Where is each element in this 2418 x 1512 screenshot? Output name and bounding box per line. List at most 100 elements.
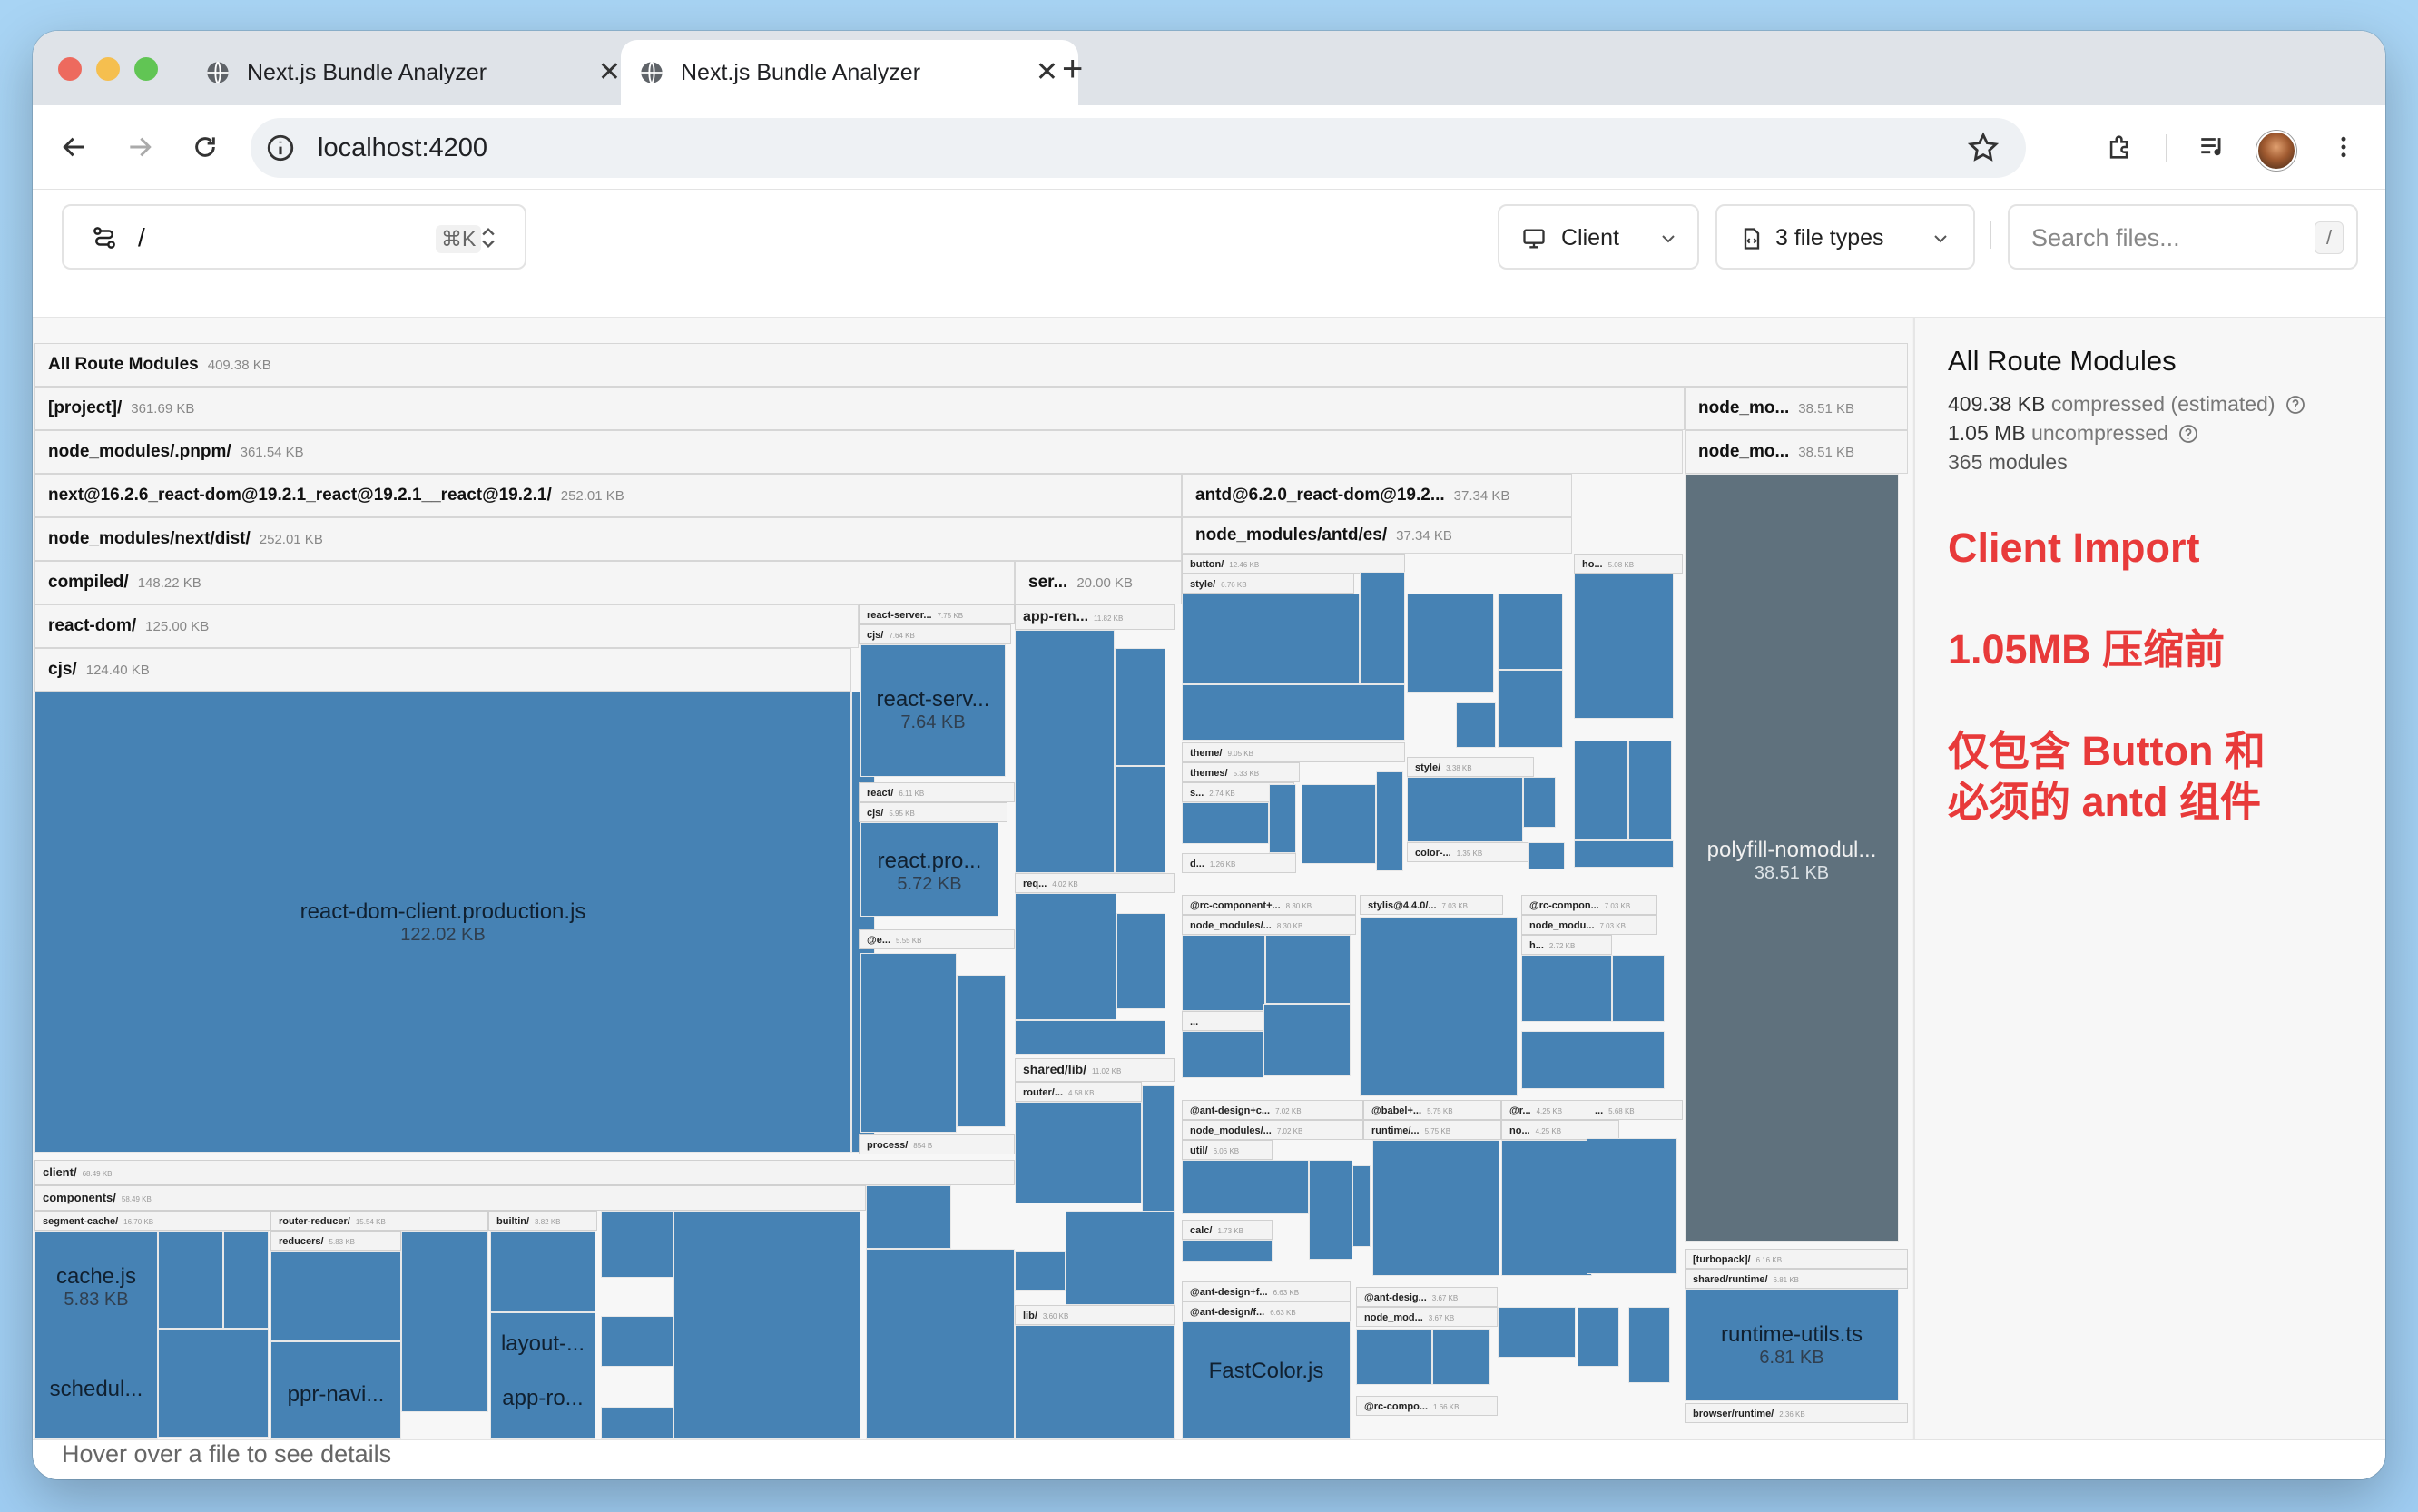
file-block-react-dom-client[interactable]: react-dom-client.production.js 122.02 KB bbox=[34, 692, 851, 1153]
file-block[interactable] bbox=[1360, 917, 1518, 1096]
file-block[interactable] bbox=[1523, 777, 1556, 828]
file-block[interactable] bbox=[1356, 1329, 1432, 1385]
file-block[interactable] bbox=[1115, 766, 1165, 873]
tab-1[interactable]: Next.js Bundle Analyzer ✕ bbox=[187, 40, 641, 105]
file-block[interactable] bbox=[860, 953, 957, 1133]
treemap-node-router-reducer[interactable]: router-reducer/15.54 KB bbox=[270, 1211, 488, 1231]
file-block[interactable] bbox=[866, 1185, 951, 1249]
treemap-node-shared-runtime[interactable]: shared/runtime/6.81 KB bbox=[1685, 1269, 1908, 1289]
file-block[interactable] bbox=[1269, 784, 1296, 853]
file-block-react-production[interactable]: react.pro... 5.72 KB bbox=[860, 822, 998, 917]
treemap-node-ant-design-f[interactable]: @ant-design+f... 6.63 KB bbox=[1182, 1281, 1351, 1301]
file-block[interactable] bbox=[673, 1211, 860, 1439]
file-block-cache[interactable]: cache.js 5.83 KB schedul... bbox=[34, 1231, 158, 1439]
treemap-node-babel[interactable]: @babel+... 5.75 KB bbox=[1363, 1100, 1501, 1120]
file-block-fastcolor[interactable]: FastColor.js bbox=[1182, 1321, 1351, 1439]
file-block[interactable] bbox=[1628, 741, 1672, 840]
treemap-node-polyfill-modules[interactable]: node_mo... 38.51 KB bbox=[1685, 430, 1908, 474]
treemap-node-ant-design-f2[interactable]: @ant-design/f... 6.63 KB bbox=[1182, 1301, 1351, 1321]
treemap-node-theme[interactable]: theme/9.05 KB bbox=[1182, 742, 1405, 762]
file-block[interactable] bbox=[1612, 955, 1665, 1022]
treemap-node-react-dom[interactable]: react-dom/125.00 KB bbox=[34, 604, 859, 648]
file-block[interactable] bbox=[1498, 670, 1563, 748]
treemap-node-req[interactable]: req... 4.02 KB bbox=[1015, 873, 1175, 893]
file-block[interactable] bbox=[1066, 1211, 1175, 1305]
file-block[interactable] bbox=[1302, 784, 1376, 864]
treemap-node-server[interactable]: ser... 20.00 KB bbox=[1015, 561, 1182, 604]
help-icon[interactable] bbox=[2177, 423, 2199, 445]
file-types-select[interactable]: 3 file types bbox=[1715, 204, 1975, 270]
file-block[interactable] bbox=[1376, 771, 1403, 871]
profile-avatar[interactable] bbox=[2256, 131, 2296, 171]
treemap-node-themes[interactable]: themes/5.33 KB bbox=[1182, 762, 1300, 782]
file-block[interactable] bbox=[1263, 1004, 1351, 1076]
treemap-node-antd[interactable]: antd@6.2.0_react-dom@19.2... 37.34 KB bbox=[1182, 474, 1572, 517]
treemap-node-runtime[interactable]: runtime/... 5.75 KB bbox=[1363, 1120, 1501, 1140]
minimize-window-button[interactable] bbox=[96, 57, 120, 81]
file-block-polyfill[interactable]: polyfill-nomodul... 38.51 KB bbox=[1685, 474, 1899, 1242]
treemap-node-shared-lib[interactable]: shared/lib/11.02 KB bbox=[1015, 1058, 1175, 1082]
treemap-node-segment-cache[interactable]: segment-cache/16.70 KB bbox=[34, 1211, 270, 1231]
help-icon[interactable] bbox=[2285, 394, 2306, 416]
file-block[interactable] bbox=[1015, 1325, 1175, 1439]
treemap-node-rc-compon[interactable]: @rc-compon... 7.03 KB bbox=[1521, 895, 1657, 915]
file-block[interactable] bbox=[1182, 1160, 1309, 1214]
treemap-node-next[interactable]: next@16.2.6_react-dom@19.2.1_react@19.2.… bbox=[34, 474, 1182, 517]
file-block[interactable] bbox=[1521, 1031, 1665, 1089]
file-block[interactable] bbox=[1142, 1085, 1175, 1213]
treemap-node-lib[interactable]: lib/3.60 KB bbox=[1015, 1305, 1175, 1325]
file-block[interactable] bbox=[1456, 702, 1496, 748]
treemap-node-style[interactable]: style/3.38 KB bbox=[1407, 757, 1534, 777]
treemap-node-app-ren[interactable]: app-ren... 11.82 KB bbox=[1015, 604, 1175, 630]
treemap-node-next-dist[interactable]: node_modules/next/dist/252.01 KB bbox=[34, 517, 1182, 561]
treemap-node-pnpm[interactable]: node_modules/.pnpm/361.54 KB bbox=[34, 430, 1683, 474]
file-block[interactable] bbox=[1372, 1140, 1499, 1276]
file-block[interactable] bbox=[1182, 684, 1405, 741]
treemap-node-rc-component[interactable]: @rc-component+... 8.30 KB bbox=[1182, 895, 1356, 915]
file-block[interactable] bbox=[601, 1211, 673, 1278]
file-block[interactable] bbox=[1015, 1251, 1066, 1291]
close-window-button[interactable] bbox=[58, 57, 82, 81]
file-block[interactable] bbox=[1407, 594, 1494, 693]
treemap-node-node-modu[interactable]: node_modu... 7.03 KB bbox=[1521, 915, 1657, 935]
bookmark-star-icon[interactable] bbox=[1966, 131, 2000, 165]
treemap-node-components[interactable]: components/58.49 KB bbox=[34, 1185, 866, 1211]
treemap-node-ant-design-c[interactable]: @ant-design+c... 7.02 KB bbox=[1182, 1100, 1363, 1120]
file-block[interactable] bbox=[401, 1231, 488, 1412]
treemap-node-react-server-cjs[interactable]: cjs/7.64 KB bbox=[859, 624, 1011, 644]
route-selector[interactable]: / ⌘K bbox=[62, 204, 526, 270]
file-block[interactable] bbox=[1309, 1160, 1352, 1260]
file-block[interactable] bbox=[1015, 630, 1115, 873]
file-block[interactable] bbox=[223, 1231, 269, 1329]
treemap-node-d[interactable]: d... 1.26 KB bbox=[1182, 853, 1296, 873]
address-bar[interactable]: localhost:4200 bbox=[251, 118, 2026, 178]
file-block[interactable] bbox=[601, 1316, 673, 1367]
treemap-node-ho[interactable]: ho... 5.08 KB bbox=[1574, 554, 1683, 574]
treemap-node-react[interactable]: react/6.11 KB bbox=[859, 782, 1015, 802]
browser-menu-button[interactable] bbox=[2322, 125, 2365, 169]
file-block-layout-router[interactable]: layout-... app-ro... bbox=[490, 1312, 595, 1439]
file-block[interactable] bbox=[1628, 1307, 1670, 1383]
treemap-node-ant-desig[interactable]: @ant-desig... 3.67 KB bbox=[1356, 1287, 1498, 1307]
file-block[interactable] bbox=[490, 1231, 595, 1312]
file-block[interactable] bbox=[1432, 1329, 1490, 1385]
treemap-node-compiled[interactable]: compiled/148.22 KB bbox=[34, 561, 1015, 604]
maximize-window-button[interactable] bbox=[134, 57, 158, 81]
media-control-button[interactable] bbox=[2191, 125, 2235, 169]
treemap-node-button-style[interactable]: style/6.76 KB bbox=[1182, 574, 1354, 594]
treemap-node-root[interactable]: All Route Modules 409.38 KB bbox=[34, 343, 1908, 387]
treemap-node-calc[interactable]: calc/1.73 KB bbox=[1182, 1220, 1273, 1240]
reload-button[interactable] bbox=[183, 125, 227, 169]
file-block[interactable] bbox=[1498, 1307, 1576, 1358]
environment-select[interactable]: Client bbox=[1498, 204, 1699, 270]
site-info-icon[interactable] bbox=[265, 133, 296, 163]
file-block[interactable] bbox=[1015, 893, 1116, 1020]
tab-2[interactable]: Next.js Bundle Analyzer ✕ bbox=[621, 40, 1078, 105]
file-block[interactable] bbox=[1265, 935, 1351, 1004]
treemap-node-node-modules[interactable]: node_modules/... 8.30 KB bbox=[1182, 915, 1356, 935]
file-block[interactable] bbox=[1182, 1031, 1263, 1078]
treemap-node-cjs[interactable]: cjs/124.40 KB bbox=[34, 648, 851, 692]
treemap-node-dots[interactable]: ... bbox=[1182, 1011, 1263, 1031]
treemap-node-project[interactable]: [project]/ 361.69 KB bbox=[34, 387, 1685, 430]
file-block-ppr-navigation[interactable]: ppr-navi... bbox=[270, 1341, 401, 1439]
